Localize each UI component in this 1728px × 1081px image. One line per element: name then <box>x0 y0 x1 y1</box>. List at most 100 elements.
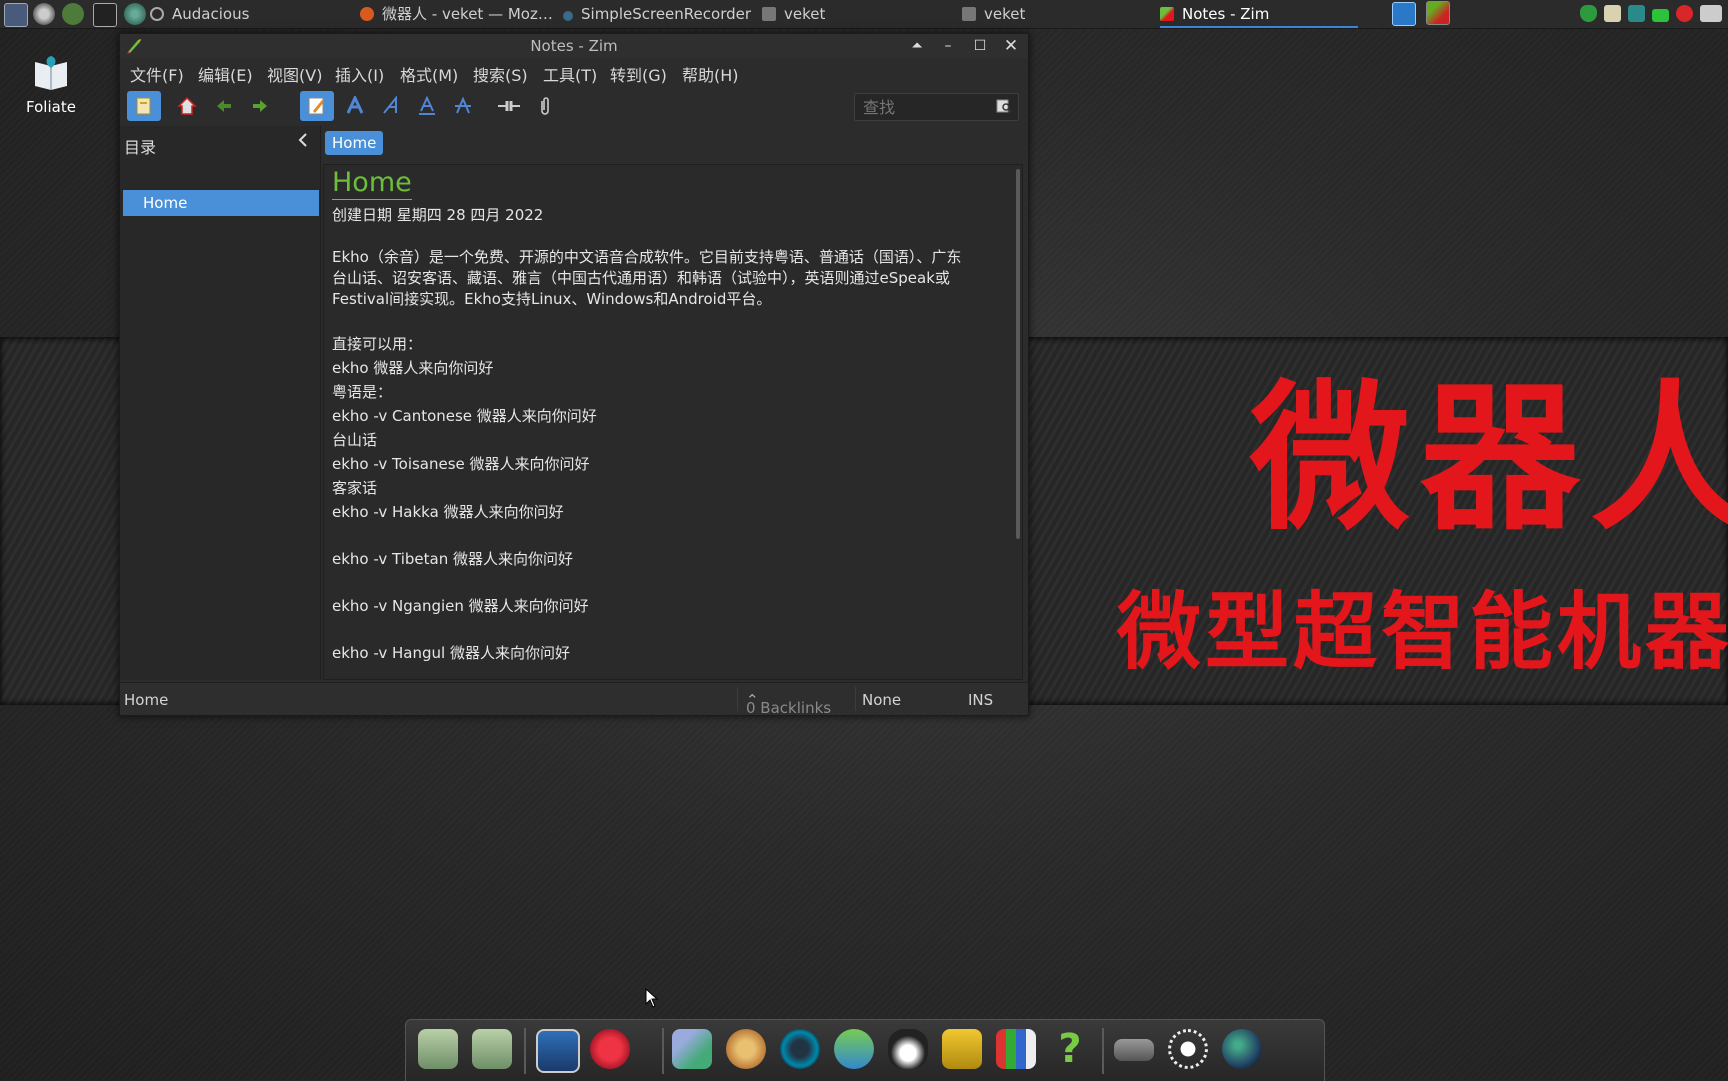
settings-gear-icon[interactable] <box>33 3 55 25</box>
forward-button[interactable] <box>243 91 277 121</box>
workspace-switcher-icon[interactable] <box>1426 1 1450 25</box>
close-button[interactable]: ✕ <box>1001 36 1021 56</box>
status-bar: Home 0 Backlinks ⌃ None INS <box>120 682 1028 717</box>
mascot-icon <box>590 1029 630 1069</box>
book-icon <box>31 52 71 92</box>
web-browser-icon[interactable] <box>124 3 146 25</box>
show-desktop-icon[interactable] <box>1392 2 1416 26</box>
dock-app-7[interactable] <box>776 1025 824 1073</box>
dock-app-4[interactable] <box>586 1025 634 1073</box>
desktop-icon-foliate[interactable]: Foliate <box>20 52 82 116</box>
attach-file-button[interactable] <box>528 91 562 121</box>
dock-app-5[interactable] <box>668 1025 716 1073</box>
dock-app-14[interactable] <box>1164 1025 1212 1073</box>
minimize-button[interactable]: – <box>938 36 958 56</box>
strikethrough-button[interactable] <box>446 91 480 121</box>
brightness-icon <box>1168 1029 1208 1069</box>
folder-icon <box>762 7 776 21</box>
audacious-icon <box>150 7 164 21</box>
clipboard-tray-icon[interactable] <box>1604 5 1621 22</box>
terminal-icon[interactable] <box>93 3 117 27</box>
folder-icon <box>962 7 976 21</box>
help-icon: ? <box>1058 1026 1082 1072</box>
dock-app-15[interactable] <box>1218 1025 1266 1073</box>
dock-separator <box>524 1028 526 1074</box>
edit-pencil-icon <box>308 97 324 115</box>
dock-app-12[interactable]: ? <box>1046 1025 1094 1073</box>
backlinks-label: 0 Backlinks <box>746 699 832 717</box>
menu-goto[interactable]: 转到(G) <box>610 62 667 86</box>
pathbar-item-home[interactable]: Home <box>325 131 384 155</box>
zim-window: Notes - Zim ⏶ – ☐ ✕ 文件(F) 编辑(E) 视图(V) 插入… <box>119 33 1029 717</box>
page-text-line: ekho 微器人来向你问好 <box>332 359 494 377</box>
search-icon[interactable] <box>996 98 1012 114</box>
firefox-icon <box>360 7 374 21</box>
menu-edit[interactable]: 编辑(E) <box>198 62 253 86</box>
search-input[interactable] <box>854 93 1019 121</box>
record-tray-icon[interactable] <box>1676 5 1693 22</box>
index-toggle-button[interactable] <box>127 91 161 121</box>
drive-icon <box>472 1029 512 1069</box>
dock-app-11[interactable] <box>992 1025 1040 1073</box>
dock-app-6[interactable] <box>722 1025 770 1073</box>
dock-app-3[interactable] <box>532 1025 580 1073</box>
mouse-cursor-icon <box>645 988 659 1008</box>
italic-button[interactable] <box>374 91 408 121</box>
taskbar-item-audacious[interactable]: Audacious <box>150 0 330 28</box>
taskbar-item-veket-2[interactable]: veket <box>962 0 1082 28</box>
menu-format[interactable]: 格式(M) <box>400 62 458 86</box>
page-text-line: 直接可以用： <box>332 335 423 353</box>
format-strike-icon <box>455 96 471 114</box>
menu-file[interactable]: 文件(F) <box>130 62 184 86</box>
status-divider <box>855 687 856 711</box>
insert-link-button[interactable] <box>492 91 526 121</box>
underline-button[interactable] <box>410 91 444 121</box>
window-titlebar[interactable]: Notes - Zim ⏶ – ☐ ✕ <box>120 34 1028 58</box>
collapse-pane-icon[interactable] <box>296 132 310 153</box>
dock-app-8[interactable] <box>830 1025 878 1073</box>
link-icon <box>498 101 520 111</box>
taskbar-item-simplescreenrecorder[interactable]: SimpleScreenRecorder <box>563 0 753 28</box>
bold-button[interactable] <box>338 91 372 121</box>
page-editor[interactable]: Home 创建日期 星期四 28 四月 2022 Ekho（余音）是一个免费、开… <box>323 164 1023 680</box>
backlinks-button[interactable]: 0 Backlinks ⌃ <box>746 691 831 717</box>
dock-separator <box>1102 1028 1104 1074</box>
taskbar-item-notes-zim[interactable]: Notes - Zim <box>1160 0 1358 28</box>
back-button[interactable] <box>207 91 241 121</box>
globe-icon <box>1222 1029 1262 1069</box>
battery-tray-icon[interactable] <box>1652 9 1669 22</box>
menu-view[interactable]: 视图(V) <box>267 62 322 86</box>
dock-app-2[interactable] <box>468 1025 516 1073</box>
system-monitor-icon[interactable] <box>4 3 28 27</box>
edit-toggle-button[interactable] <box>300 91 334 121</box>
home-button[interactable] <box>170 91 204 121</box>
media-play-icon[interactable] <box>62 3 84 25</box>
network-tray-icon[interactable] <box>1628 5 1645 22</box>
menu-tools[interactable]: 工具(T) <box>543 62 597 86</box>
dock-app-13[interactable] <box>1110 1025 1158 1073</box>
page-text-line: ekho -v Cantonese 微器人来向你问好 <box>332 407 597 425</box>
taskbar-item-firefox[interactable]: 微器人 - veket — Moz… <box>360 0 560 28</box>
dock-app-1[interactable] <box>414 1025 462 1073</box>
desktop-icon-label: Foliate <box>26 98 76 116</box>
paperclip-icon <box>541 97 549 115</box>
status-insert-mode: INS <box>968 691 994 709</box>
index-pane: 目录 Home <box>120 126 321 680</box>
shade-button[interactable]: ⏶ <box>907 36 927 56</box>
shield-tray-icon[interactable] <box>1580 5 1597 22</box>
index-item-home[interactable]: Home <box>123 190 319 216</box>
status-style: None <box>862 691 902 709</box>
page-scrollbar[interactable] <box>1016 169 1020 539</box>
page-created-date: 创建日期 星期四 28 四月 2022 <box>332 206 544 224</box>
arrow-left-icon <box>217 100 231 112</box>
menu-insert[interactable]: 插入(I) <box>335 62 384 86</box>
menu-help[interactable]: 帮助(H) <box>682 62 739 86</box>
keyboard-tray-icon[interactable] <box>1700 5 1722 22</box>
taskbar-item-veket-1[interactable]: veket <box>762 0 882 28</box>
maximize-button[interactable]: ☐ <box>970 36 990 56</box>
menu-search[interactable]: 搜索(S) <box>473 62 528 86</box>
page-text-line: ekho -v Toisanese 微器人来向你问好 <box>332 455 590 473</box>
dock-app-9[interactable] <box>884 1025 932 1073</box>
dock-app-10[interactable] <box>938 1025 986 1073</box>
arrow-right-icon <box>253 100 267 112</box>
